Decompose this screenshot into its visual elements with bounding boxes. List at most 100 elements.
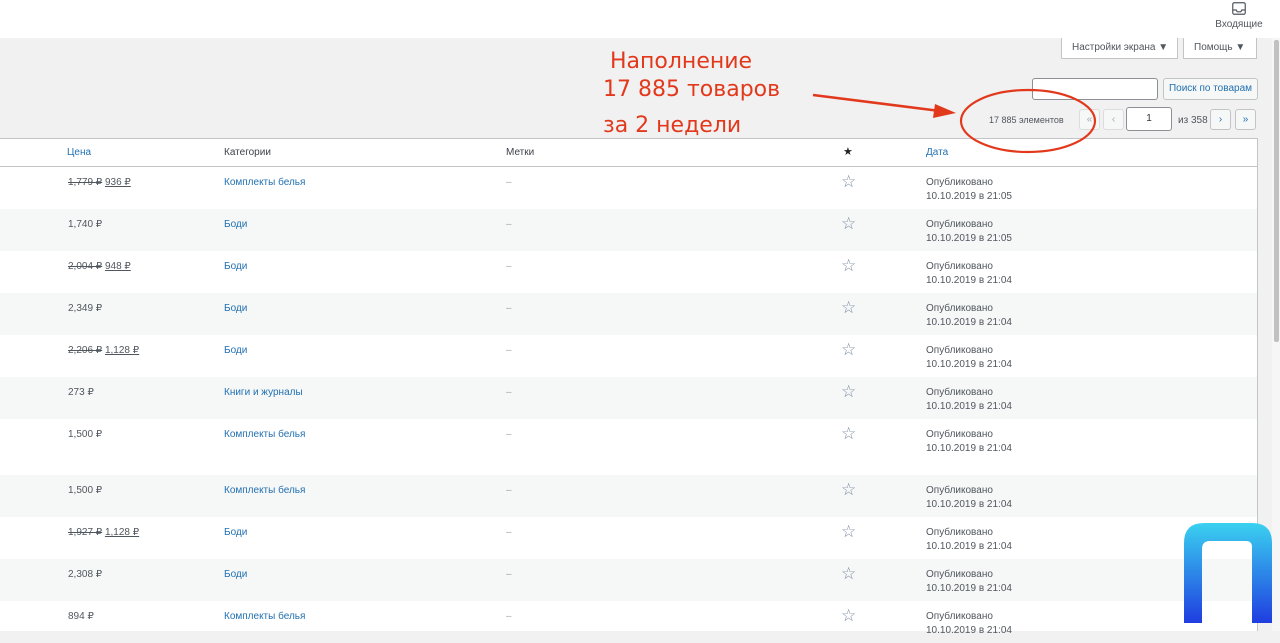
items-count: 17 885 элементов xyxy=(989,115,1064,125)
publish-date: 10.10.2019 в 21:04 xyxy=(926,583,1012,594)
table-header: Цена Категории Метки ★ Дата xyxy=(0,139,1257,167)
category-link[interactable]: Комплекты белья xyxy=(224,428,305,442)
sale-price: 948 ₽ xyxy=(104,261,131,272)
featured-star-icon[interactable]: ☆ xyxy=(841,565,856,582)
regular-price: 1,740 ₽ xyxy=(68,219,103,230)
tags-cell: – xyxy=(506,177,512,188)
featured-star-icon[interactable]: ☆ xyxy=(841,257,856,274)
regular-price: 2,349 ₽ xyxy=(68,303,103,314)
price-cell: 894 ₽ xyxy=(68,610,94,624)
publish-date: 10.10.2019 в 21:04 xyxy=(926,359,1012,370)
featured-column-star-icon[interactable]: ★ xyxy=(843,145,853,158)
table-row[interactable]: 1,927 ₽ 1,128 ₽ Боди – ☆ Опубликовано 10.10.2… xyxy=(0,517,1257,559)
category-link[interactable]: Боди xyxy=(224,302,247,316)
publish-status: Опубликовано xyxy=(926,611,993,622)
next-page-button[interactable]: › xyxy=(1210,109,1231,130)
date-cell: Опубликовано 10.10.2019 в 21:05 xyxy=(926,176,1012,204)
price-cell: 1,779 ₽ 936 ₽ xyxy=(68,176,131,190)
last-page-button[interactable]: » xyxy=(1235,109,1256,130)
category-link[interactable]: Боди xyxy=(224,568,247,582)
regular-price: 273 ₽ xyxy=(68,387,94,398)
table-row[interactable]: 2,308 ₽ Боди – ☆ Опубликовано 10.10.2019 в 21… xyxy=(0,559,1257,601)
screen-options-button[interactable]: Настройки экрана ▼ xyxy=(1061,38,1178,59)
publish-date: 10.10.2019 в 21:04 xyxy=(926,499,1012,510)
tags-cell: – xyxy=(506,261,512,272)
tags-cell: – xyxy=(506,611,512,622)
category-link[interactable]: Книги и журналы xyxy=(224,386,303,400)
category-link[interactable]: Комплекты белья xyxy=(224,176,305,190)
publish-date: 10.10.2019 в 21:05 xyxy=(926,191,1012,202)
featured-star-icon[interactable]: ☆ xyxy=(841,523,856,540)
tags-cell: – xyxy=(506,345,512,356)
table-row[interactable]: 1,500 ₽ Комплекты белья – ☆ Опубликовано 10.1… xyxy=(0,475,1257,517)
help-button[interactable]: Помощь ▼ xyxy=(1183,38,1257,59)
old-price: 1,779 ₽ xyxy=(68,177,103,188)
tags-cell: – xyxy=(506,527,512,538)
publish-date: 10.10.2019 в 21:05 xyxy=(926,233,1012,244)
sale-price: 1,128 ₽ xyxy=(104,345,140,356)
tags-cell: – xyxy=(506,569,512,580)
table-row[interactable]: 1,779 ₽ 936 ₽ Комплекты белья – ☆ Опубликова… xyxy=(0,167,1257,209)
search-products-button[interactable]: Поиск по товарам xyxy=(1163,78,1258,100)
price-cell: 2,308 ₽ xyxy=(68,568,102,582)
scrollbar-thumb[interactable] xyxy=(1274,40,1279,342)
price-cell: 2,004 ₽ 948 ₽ xyxy=(68,260,131,274)
date-cell: Опубликовано 10.10.2019 в 21:05 xyxy=(926,218,1012,246)
featured-star-icon[interactable]: ☆ xyxy=(841,383,856,400)
regular-price: 2,308 ₽ xyxy=(68,569,103,580)
category-link[interactable]: Комплекты белья xyxy=(224,484,305,498)
category-link[interactable]: Боди xyxy=(224,218,247,232)
featured-star-icon[interactable]: ☆ xyxy=(841,425,856,442)
publish-date: 10.10.2019 в 21:04 xyxy=(926,541,1012,552)
annotation-arrow-line xyxy=(812,93,941,113)
table-row[interactable]: 1,500 ₽ Комплекты белья – ☆ Опубликовано 10.1… xyxy=(0,419,1257,475)
publish-status: Опубликовано xyxy=(926,527,993,538)
date-cell: Опубликовано 10.10.2019 в 21:04 xyxy=(926,428,1012,456)
featured-star-icon[interactable]: ☆ xyxy=(841,341,856,358)
column-price[interactable]: Цена xyxy=(67,147,91,158)
publish-status: Опубликовано xyxy=(926,303,993,314)
annotation-line-3: за 2 недели xyxy=(603,113,742,138)
tags-cell: – xyxy=(506,485,512,496)
featured-star-icon[interactable]: ☆ xyxy=(841,215,856,232)
sale-price: 936 ₽ xyxy=(104,177,131,188)
regular-price: 1,500 ₽ xyxy=(68,485,103,496)
table-row[interactable]: 2,206 ₽ 1,128 ₽ Боди – ☆ Опубликовано 10.10.2… xyxy=(0,335,1257,377)
category-link[interactable]: Боди xyxy=(224,526,247,540)
table-row[interactable]: 273 ₽ Книги и журналы – ☆ Опубликовано 10.10.… xyxy=(0,377,1257,419)
date-cell: Опубликовано 10.10.2019 в 21:04 xyxy=(926,526,1012,554)
current-page-input[interactable]: 1 xyxy=(1126,107,1172,131)
price-cell: 1,740 ₽ xyxy=(68,218,102,232)
column-categories: Категории xyxy=(224,147,271,158)
search-input[interactable] xyxy=(1032,78,1158,100)
featured-star-icon[interactable]: ☆ xyxy=(841,607,856,624)
total-pages: из 358 xyxy=(1178,115,1208,126)
category-link[interactable]: Боди xyxy=(224,344,247,358)
inbox-label: Входящие xyxy=(1215,19,1263,30)
price-cell: 1,500 ₽ xyxy=(68,428,102,442)
featured-star-icon[interactable]: ☆ xyxy=(841,481,856,498)
publish-date: 10.10.2019 в 21:04 xyxy=(926,275,1012,286)
inbox-button[interactable]: Входящие xyxy=(1214,2,1264,30)
price-cell: 273 ₽ xyxy=(68,386,94,400)
table-row[interactable]: 2,004 ₽ 948 ₽ Боди – ☆ Опубликовано 10.10.201… xyxy=(0,251,1257,293)
table-row[interactable]: 894 ₽ Комплекты белья – ☆ Опубликовано 10.10.… xyxy=(0,601,1257,643)
category-link[interactable]: Боди xyxy=(224,260,247,274)
first-page-button[interactable]: « xyxy=(1079,109,1100,130)
price-cell: 1,927 ₽ 1,128 ₽ xyxy=(68,526,139,540)
publish-status: Опубликовано xyxy=(926,345,993,356)
old-price: 1,927 ₽ xyxy=(68,527,103,538)
publish-status: Опубликовано xyxy=(926,569,993,580)
publish-status: Опубликовано xyxy=(926,261,993,272)
table-row[interactable]: 1,740 ₽ Боди – ☆ Опубликовано 10.10.2019 в 21… xyxy=(0,209,1257,251)
prev-page-button[interactable]: ‹ xyxy=(1103,109,1124,130)
table-row[interactable]: 2,349 ₽ Боди – ☆ Опубликовано 10.10.2019 в 21… xyxy=(0,293,1257,335)
category-link[interactable]: Комплекты белья xyxy=(224,610,305,624)
sale-price: 1,128 ₽ xyxy=(104,527,140,538)
column-date[interactable]: Дата xyxy=(926,147,948,158)
featured-star-icon[interactable]: ☆ xyxy=(841,299,856,316)
date-cell: Опубликовано 10.10.2019 в 21:04 xyxy=(926,344,1012,372)
featured-star-icon[interactable]: ☆ xyxy=(841,173,856,190)
regular-price: 894 ₽ xyxy=(68,611,94,622)
brand-logo xyxy=(1184,523,1272,623)
